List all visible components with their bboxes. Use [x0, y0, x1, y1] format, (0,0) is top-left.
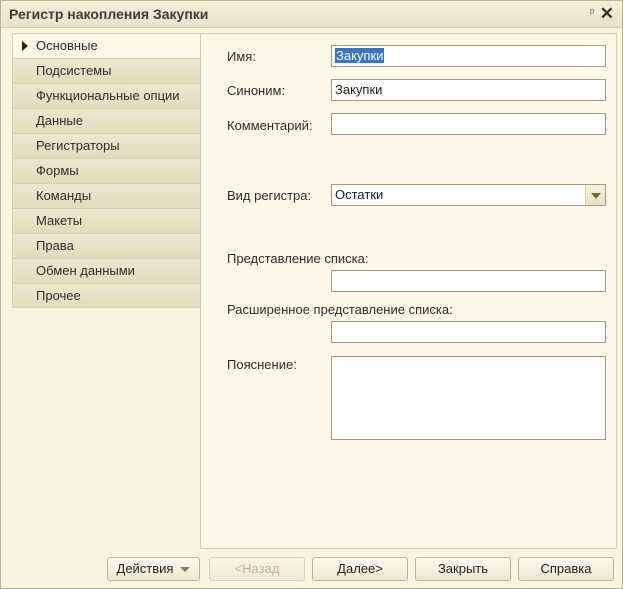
- tab-dannye[interactable]: Данные: [12, 108, 200, 133]
- close-icon[interactable]: ✕: [600, 4, 614, 24]
- tab-osnovnye[interactable]: Основные: [12, 33, 200, 58]
- tab-registratory[interactable]: Регистраторы: [12, 133, 200, 158]
- comment-label: Комментарий:: [227, 118, 313, 133]
- tab-prava[interactable]: Права: [12, 233, 200, 258]
- actions-button-label: Действия: [116, 561, 174, 576]
- tab-obmen-dannymi[interactable]: Обмен данными: [12, 258, 200, 283]
- tab-label: Данные: [36, 113, 83, 128]
- sidebar-tabs: Основные Подсистемы Функциональные опции…: [12, 33, 200, 308]
- register-kind-label: Вид регистра:: [227, 188, 312, 203]
- tab-label: Макеты: [36, 213, 83, 228]
- close-button[interactable]: Закрыть: [415, 557, 511, 581]
- back-button[interactable]: <Назад: [209, 557, 305, 581]
- tab-label: Регистраторы: [36, 138, 120, 153]
- tab-label: Команды: [36, 188, 92, 203]
- tab-label: Обмен данными: [36, 263, 135, 278]
- tab-label: Подсистемы: [36, 63, 112, 78]
- list-presentation-field[interactable]: [331, 270, 606, 292]
- pin-icon[interactable]: ᵖ: [590, 7, 594, 19]
- tab-label: Прочее: [36, 288, 81, 303]
- main-panel: Имя: Закупки Синоним: Закупки Комментари…: [200, 33, 617, 549]
- register-kind-value: Остатки: [335, 187, 384, 202]
- ext-list-presentation-field[interactable]: [331, 321, 606, 343]
- tab-podsistemy[interactable]: Подсистемы: [12, 58, 200, 83]
- window-title: Регистр накопления Закупки: [9, 6, 209, 22]
- next-button[interactable]: Далее>: [312, 557, 408, 581]
- list-presentation-label: Представление списка:: [227, 251, 369, 266]
- help-button[interactable]: Справка: [518, 557, 614, 581]
- explanation-field[interactable]: [331, 356, 606, 440]
- chevron-down-icon: [591, 193, 601, 199]
- synonym-label: Синоним:: [227, 83, 286, 98]
- tab-label: Функциональные опции: [36, 88, 180, 103]
- name-label: Имя:: [227, 49, 256, 64]
- synonym-field[interactable]: Закупки: [331, 79, 606, 101]
- comment-field[interactable]: [331, 113, 606, 135]
- tab-formy[interactable]: Формы: [12, 158, 200, 183]
- tab-label: Формы: [36, 163, 79, 178]
- explanation-label: Пояснение:: [227, 357, 297, 372]
- register-kind-select[interactable]: Остатки: [331, 184, 606, 206]
- current-tab-arrow-icon: [22, 41, 28, 51]
- tab-prochee[interactable]: Прочее: [12, 283, 200, 308]
- dialog-window: Регистр накопления Закупки ᵖ ✕ Основные …: [0, 0, 623, 589]
- name-field-value: Закупки: [335, 48, 385, 63]
- title-bar[interactable]: Регистр накопления Закупки ᵖ ✕: [1, 1, 622, 28]
- tab-label: Права: [36, 238, 74, 253]
- actions-button[interactable]: Действия: [107, 557, 200, 581]
- name-field[interactable]: Закупки: [331, 45, 606, 67]
- dropdown-button[interactable]: [585, 185, 605, 205]
- tab-makety[interactable]: Макеты: [12, 208, 200, 233]
- ext-list-presentation-label: Расширенное представление списка:: [227, 302, 453, 317]
- tab-label: Основные: [36, 38, 98, 53]
- tab-funktsionalnye-optsii[interactable]: Функциональные опции: [12, 83, 200, 108]
- chevron-down-icon: [180, 567, 191, 573]
- tab-komandy[interactable]: Команды: [12, 183, 200, 208]
